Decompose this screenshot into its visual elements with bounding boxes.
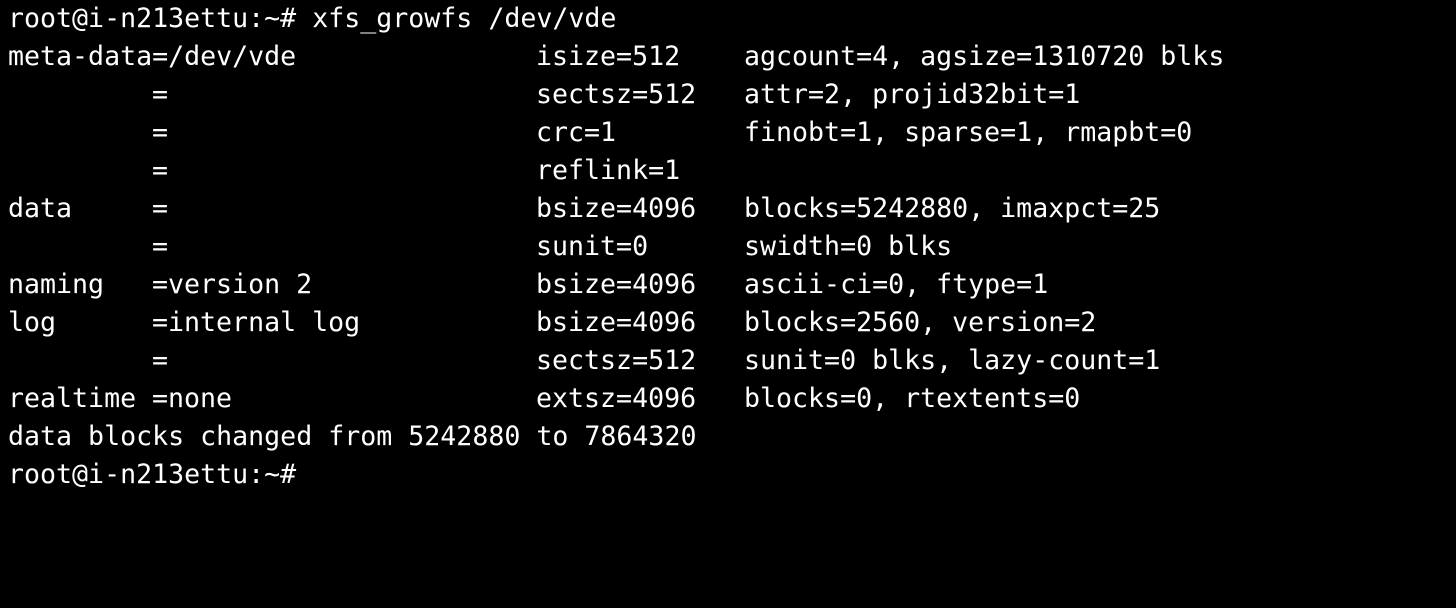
output-row: realtime =none extsz=4096 blocks=0, rtex… (8, 380, 1456, 418)
row-eq: = (152, 79, 169, 110)
row-detail: blocks=2560, version=2 (744, 307, 1097, 338)
row-section: data (8, 193, 73, 224)
row-section: naming (8, 269, 105, 300)
row-param: extsz=4096 (536, 383, 697, 414)
output-row: data = bsize=4096 blocks=5242880, imaxpc… (8, 190, 1456, 228)
prompt-line[interactable]: root@i-n213ettu:~# (8, 456, 1456, 494)
row-param: bsize=4096 (536, 307, 697, 338)
summary-line: data blocks changed from 5242880 to 7864… (8, 418, 1456, 456)
output-row: naming =version 2 bsize=4096 ascii-ci=0,… (8, 266, 1456, 304)
row-param: bsize=4096 (536, 269, 697, 300)
row-detail: ascii-ci=0, ftype=1 (744, 269, 1049, 300)
output-row: = reflink=1 (8, 152, 1456, 190)
row-param: isize=512 (536, 41, 681, 72)
row-detail: blocks=0, rtextents=0 (744, 383, 1081, 414)
output-row: = crc=1 finobt=1, sparse=1, rmapbt=0 (8, 114, 1456, 152)
terminal-window[interactable]: root@i-n213ettu:~# xfs_growfs /dev/vde m… (0, 0, 1456, 490)
row-detail: sunit=0 blks, lazy-count=1 (744, 345, 1161, 376)
output-row: = sunit=0 swidth=0 blks (8, 228, 1456, 266)
row-param: sectsz=512 (536, 345, 697, 376)
row-eq: = (152, 231, 169, 262)
row-detail: finobt=1, sparse=1, rmapbt=0 (744, 117, 1193, 148)
shell-prompt: root@i-n213ettu:~# (8, 459, 297, 490)
row-detail: agcount=4, agsize=1310720 blks (744, 41, 1225, 72)
output-row: log =internal log bsize=4096 blocks=2560… (8, 304, 1456, 342)
row-eq: =version 2 (152, 269, 313, 300)
row-eq: =none (152, 383, 233, 414)
row-param: crc=1 (536, 117, 617, 148)
row-section: meta-data=/dev/vde (8, 41, 297, 72)
command-text: root@i-n213ettu:~# xfs_growfs /dev/vde (8, 3, 617, 34)
row-detail: attr=2, projid32bit=1 (744, 79, 1081, 110)
row-param: bsize=4096 (536, 193, 697, 224)
row-eq: = (152, 117, 169, 148)
row-detail: swidth=0 blks (744, 231, 953, 262)
row-eq: = (152, 193, 169, 224)
output-row: = sectsz=512 attr=2, projid32bit=1 (8, 76, 1456, 114)
row-param: sunit=0 (536, 231, 649, 262)
command-line: root@i-n213ettu:~# xfs_growfs /dev/vde (8, 0, 1456, 38)
output-row: = sectsz=512 sunit=0 blks, lazy-count=1 (8, 342, 1456, 380)
summary-text: data blocks changed from 5242880 to 7864… (8, 421, 697, 452)
row-detail: blocks=5242880, imaxpct=25 (744, 193, 1161, 224)
row-param: reflink=1 (536, 155, 681, 186)
row-eq: = (152, 155, 169, 186)
row-param: sectsz=512 (536, 79, 697, 110)
row-eq: = (152, 345, 169, 376)
row-section: realtime (8, 383, 137, 414)
row-eq: =internal log (152, 307, 361, 338)
row-section: log (8, 307, 57, 338)
output-row: meta-data=/dev/vde isize=512 agcount=4, … (8, 38, 1456, 76)
